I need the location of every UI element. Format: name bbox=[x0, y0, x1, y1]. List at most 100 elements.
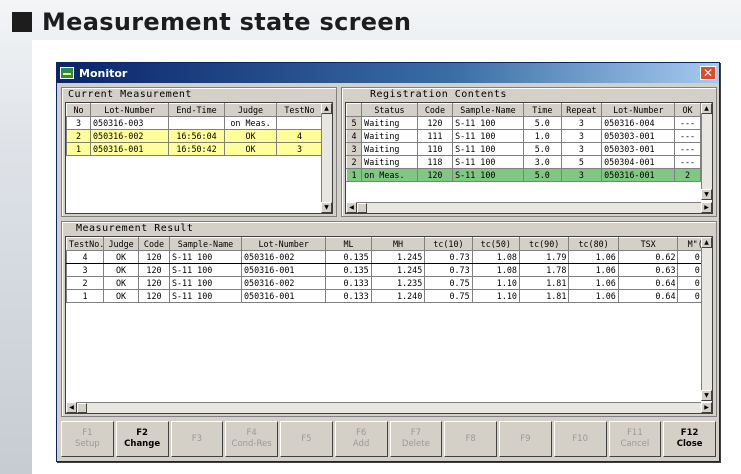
fkey-f8-button[interactable]: F8 bbox=[444, 421, 497, 457]
column-header[interactable] bbox=[346, 103, 363, 117]
result-vertical-scrollbar[interactable]: ▲ ▼ bbox=[701, 237, 712, 401]
fkey-number: F10 bbox=[572, 433, 588, 444]
table-row[interactable]: 2 OK 120 S-11 100 050316-002 0.133 1.235 0.75 1.… bbox=[66, 276, 712, 290]
column-header[interactable]: No bbox=[66, 103, 91, 117]
table-row[interactable]: 2 050316-002 16:56:04 OK 4 bbox=[66, 129, 323, 143]
fkey-f11-button[interactable]: F11 Cancel bbox=[608, 421, 662, 457]
table-row[interactable]: 5Waiting120S-11 1005.03050316-004------ bbox=[346, 116, 712, 130]
fkey-f7-button[interactable]: F7 Delete bbox=[389, 421, 443, 457]
fkey-f4-button[interactable]: F4 Cond-Res bbox=[225, 421, 278, 457]
fkey-f3-button[interactable]: F3 bbox=[170, 421, 224, 457]
fkey-f12-button[interactable]: F12 Close bbox=[663, 421, 716, 457]
fkey-f6-button[interactable]: F6 Add bbox=[334, 421, 388, 457]
cell-lot: 050316-003 bbox=[90, 116, 169, 130]
column-header[interactable]: Judge bbox=[103, 237, 140, 251]
scroll-down-arrow-icon[interactable]: ▼ bbox=[701, 189, 712, 200]
scroll-up-arrow-icon[interactable]: ▲ bbox=[321, 103, 332, 114]
scroll-up-arrow-icon[interactable]: ▲ bbox=[701, 237, 712, 248]
cell-tc90: 1.81 bbox=[518, 276, 570, 290]
table-row[interactable]: 4 OK 120 S-11 100 050316-002 0.135 1.245 0.73 1.… bbox=[66, 250, 712, 264]
cell-code: 120 bbox=[138, 263, 170, 277]
column-header[interactable]: Judge bbox=[224, 103, 277, 117]
scroll-right-arrow-icon[interactable]: ▶ bbox=[701, 402, 712, 413]
fkey-f9-button[interactable]: F9 bbox=[499, 421, 552, 457]
table-row[interactable]: 1 OK 120 S-11 100 050316-001 0.133 1.240 0.75 1.… bbox=[66, 289, 712, 303]
cell-judge: OK bbox=[103, 276, 140, 290]
column-header[interactable]: TestNo bbox=[276, 103, 323, 117]
cell-ok: --- bbox=[674, 155, 701, 169]
cell-code: 110 bbox=[416, 142, 454, 156]
cell-lot: 050316-002 bbox=[90, 129, 169, 143]
table-row[interactable]: 4Waiting111S-11 1001.03050303-001------ bbox=[346, 129, 712, 143]
cell-tc90: 1.79 bbox=[518, 250, 570, 264]
cell-sample: S-11 100 bbox=[168, 263, 243, 277]
registration-vertical-scrollbar[interactable]: ▲ ▼ bbox=[701, 103, 712, 200]
column-header[interactable]: Repeat bbox=[560, 103, 603, 117]
column-header[interactable]: Code bbox=[416, 103, 454, 117]
cell-test bbox=[276, 116, 323, 130]
registration-contents-table: Status Code Sample-Name Time Repeat Lot-Numbe… bbox=[346, 103, 712, 182]
scroll-down-arrow-icon[interactable]: ▼ bbox=[701, 390, 712, 401]
cell-test: 3 bbox=[276, 142, 323, 156]
column-header[interactable]: Code bbox=[138, 237, 170, 251]
column-header[interactable]: Lot-Number bbox=[601, 103, 676, 117]
table-row[interactable]: 3Waiting110S-11 1005.03050303-001------ bbox=[346, 142, 712, 156]
row-index: 1 bbox=[346, 168, 363, 182]
fkey-label: Setup bbox=[75, 439, 100, 449]
scroll-thumb[interactable] bbox=[357, 203, 367, 213]
column-header[interactable]: Lot-Number bbox=[240, 237, 327, 251]
scroll-left-arrow-icon[interactable]: ◀ bbox=[346, 202, 357, 213]
close-window-button[interactable]: ✕ bbox=[700, 66, 716, 80]
cell-ok: 2 bbox=[674, 168, 701, 182]
cell-tc80: 1.06 bbox=[568, 276, 619, 290]
cell-ok: --- bbox=[674, 116, 701, 130]
column-header[interactable]: MH bbox=[370, 237, 426, 251]
column-header[interactable]: TSX bbox=[617, 237, 679, 251]
cell-mh: 1.245 bbox=[370, 263, 426, 277]
scroll-up-arrow-icon[interactable]: ▲ bbox=[701, 103, 712, 114]
table-row[interactable]: 1 050316-001 16:50:42 OK 3 bbox=[66, 142, 323, 156]
column-header[interactable]: tc(80) bbox=[568, 237, 619, 251]
column-header[interactable]: tc(10) bbox=[424, 237, 473, 251]
scroll-down-arrow-icon[interactable]: ▼ bbox=[321, 202, 332, 213]
table-row[interactable]: 1on Meas.120S-11 1005.03050316-00120 bbox=[346, 168, 712, 182]
result-horizontal-scrollbar[interactable]: ◀ ▶ bbox=[66, 402, 712, 413]
fkey-label: Close bbox=[676, 439, 703, 449]
scroll-right-arrow-icon[interactable]: ▶ bbox=[701, 202, 712, 213]
table-row[interactable]: 3 OK 120 S-11 100 050316-001 0.135 1.245 0.73 1.… bbox=[66, 263, 712, 277]
cell-tsx: 0.64 bbox=[617, 276, 679, 290]
column-header[interactable]: OK bbox=[674, 103, 701, 117]
fkey-f5-button[interactable]: F5 bbox=[280, 421, 333, 457]
fkey-f10-button[interactable]: F10 bbox=[553, 421, 607, 457]
cell-sample: S-11 100 bbox=[168, 250, 243, 264]
fkey-f1-button[interactable]: F1 Setup bbox=[61, 421, 114, 457]
scroll-thumb[interactable] bbox=[77, 403, 87, 413]
column-header[interactable]: TestNo. bbox=[66, 237, 105, 251]
column-header[interactable]: tc(90) bbox=[518, 237, 570, 251]
window-title: Monitor bbox=[79, 66, 128, 80]
column-header[interactable]: Lot-Number bbox=[90, 103, 169, 117]
cell-time: 5.0 bbox=[522, 168, 562, 182]
registration-horizontal-scrollbar[interactable]: ◀ ▶ bbox=[346, 202, 712, 213]
column-header[interactable]: tc(50) bbox=[471, 237, 520, 251]
title-bar[interactable]: Monitor bbox=[57, 63, 719, 83]
scroll-left-arrow-icon[interactable]: ◀ bbox=[66, 402, 77, 413]
registration-contents-panel: Registration Contents Status Code Sample-N… bbox=[341, 87, 717, 217]
column-header[interactable]: Status bbox=[361, 103, 418, 117]
table-row[interactable]: 3 050316-003 on Meas. bbox=[66, 116, 323, 130]
current-vertical-scrollbar[interactable]: ▲ ▼ bbox=[321, 103, 332, 213]
table-row[interactable]: 2Waiting118S-11 1003.05050304-001------ bbox=[346, 155, 712, 169]
column-header[interactable]: Sample-Name bbox=[452, 103, 524, 117]
cell-sample: S-11 100 bbox=[168, 289, 243, 303]
cell-tc80: 1.06 bbox=[568, 250, 619, 264]
column-header[interactable]: End-Time bbox=[168, 103, 225, 117]
column-header[interactable]: ML bbox=[325, 237, 372, 251]
cell-code: 120 bbox=[138, 250, 170, 264]
cell-time: 3.0 bbox=[522, 155, 562, 169]
cell-lot: 050316-004 bbox=[601, 116, 676, 130]
current-measurement-grid: No Lot-Number End-Time Judge TestNo 3 050316-… bbox=[65, 102, 333, 214]
column-header[interactable]: Sample-Name bbox=[168, 237, 243, 251]
cell-ml: 0.135 bbox=[325, 250, 372, 264]
column-header[interactable]: Time bbox=[522, 103, 562, 117]
fkey-f2-button[interactable]: F2 Change bbox=[115, 421, 169, 457]
